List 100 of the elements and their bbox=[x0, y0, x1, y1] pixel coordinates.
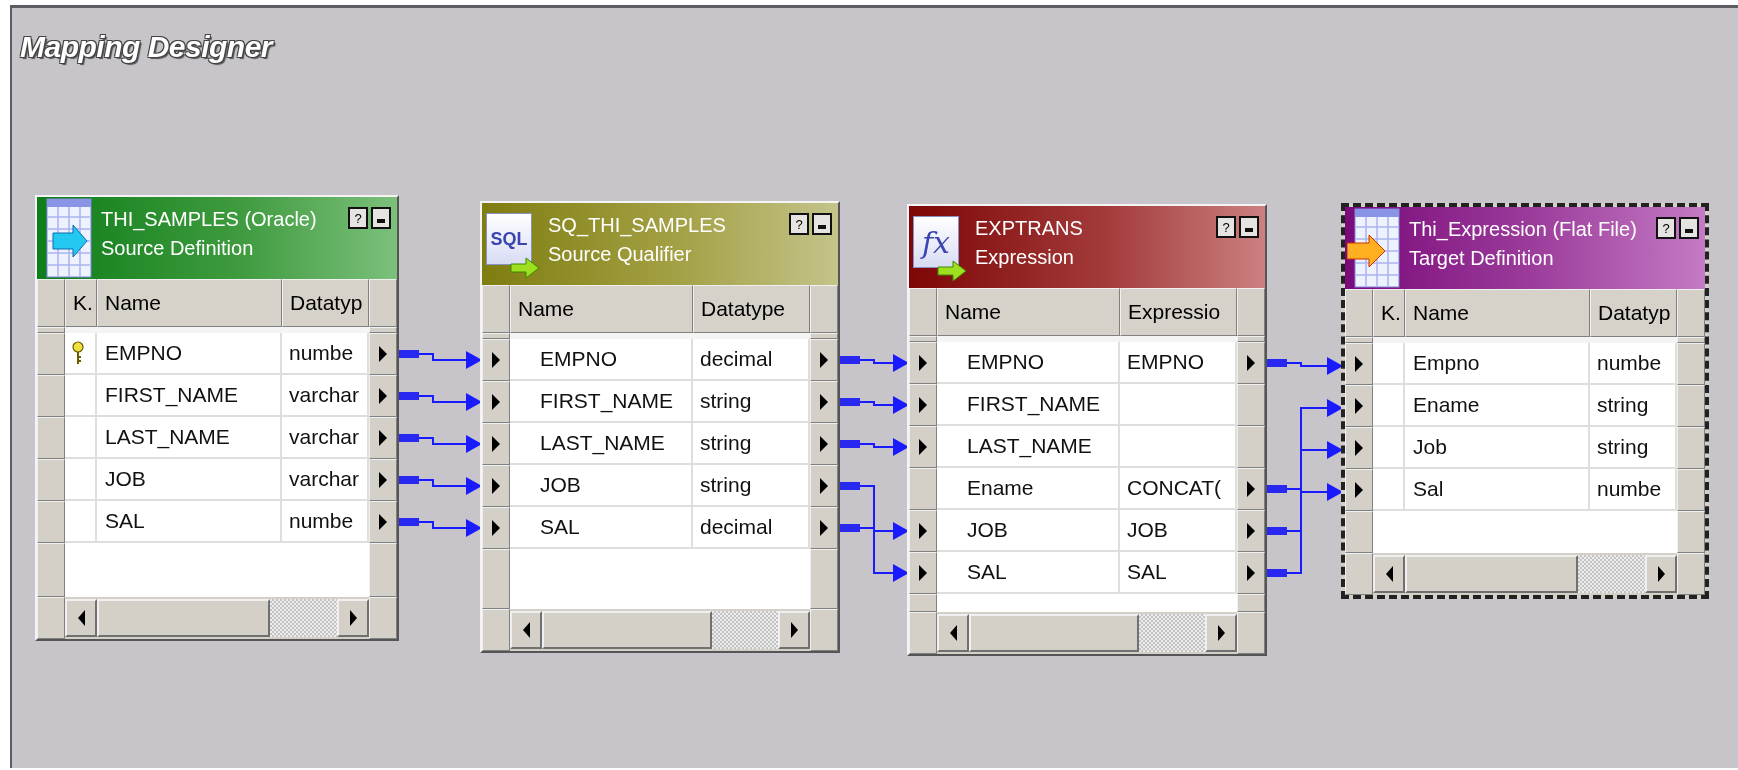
input-port-cell[interactable] bbox=[1345, 469, 1373, 511]
column-header[interactable]: Name bbox=[937, 288, 1120, 336]
help-button[interactable]: ? bbox=[1216, 216, 1236, 238]
scroll-left-button[interactable] bbox=[1373, 555, 1405, 593]
datatype-cell: numbe bbox=[282, 333, 369, 375]
output-port-cell[interactable] bbox=[810, 381, 838, 423]
input-port-cell[interactable] bbox=[482, 381, 510, 423]
row-header-cell bbox=[369, 543, 397, 597]
input-port-cell[interactable] bbox=[1345, 385, 1373, 427]
row-header-cell bbox=[1677, 511, 1705, 553]
output-port-cell[interactable] bbox=[1237, 552, 1265, 594]
field-name-cell: FIRST_NAME bbox=[937, 384, 1120, 426]
port-arrow-icon bbox=[1355, 440, 1363, 456]
port-arrow-icon bbox=[919, 355, 927, 371]
input-port-cell[interactable] bbox=[37, 333, 65, 375]
port-arrow-icon bbox=[379, 472, 387, 488]
column-header[interactable]: Name bbox=[510, 285, 693, 333]
input-port-cell[interactable] bbox=[909, 510, 937, 552]
output-port-cell[interactable] bbox=[1237, 468, 1265, 510]
output-port-cell[interactable] bbox=[369, 375, 397, 417]
panel-header[interactable]: SQL SQ_THI_SAMPLES Source Qualifier ? bbox=[482, 203, 838, 285]
port-arrow-icon bbox=[919, 565, 927, 581]
output-port-cell[interactable] bbox=[810, 507, 838, 549]
transformation-panel[interactable]: Thi_Expression (Flat File) Target Definition ? K. Name Datatyp Empno numbe Ename string Job string Sal numbe bbox=[1341, 203, 1709, 599]
output-port-cell[interactable] bbox=[369, 501, 397, 543]
column-header[interactable]: Name bbox=[97, 279, 282, 327]
input-port-cell[interactable] bbox=[37, 459, 65, 501]
transformation-panel[interactable]: SQL SQ_THI_SAMPLES Source Qualifier ? Name Datatype EMPNO decimal FIRST_NAME string LAST_NAME string JOB string SAL decimal bbox=[480, 201, 840, 653]
scroll-thumb[interactable] bbox=[542, 611, 712, 649]
input-port-cell[interactable] bbox=[482, 423, 510, 465]
input-port-cell[interactable] bbox=[482, 507, 510, 549]
input-port-cell[interactable] bbox=[909, 426, 937, 468]
column-header[interactable]: Datatype bbox=[693, 285, 810, 333]
datatype-cell: string bbox=[1590, 385, 1677, 427]
scroll-left-button[interactable] bbox=[510, 611, 542, 649]
field-name-cell: Ename bbox=[937, 468, 1120, 510]
output-port-cell[interactable] bbox=[1237, 342, 1265, 384]
column-header[interactable]: K. bbox=[65, 279, 97, 327]
output-port-cell[interactable] bbox=[1677, 343, 1705, 385]
datatype-cell: numbe bbox=[1590, 469, 1677, 511]
connector-arrow bbox=[840, 396, 909, 414]
output-port-cell[interactable] bbox=[1677, 469, 1705, 511]
input-port-cell[interactable] bbox=[1345, 427, 1373, 469]
output-port-cell[interactable] bbox=[810, 339, 838, 381]
minimize-button[interactable] bbox=[812, 213, 832, 235]
column-header[interactable]: Datatyp bbox=[1590, 289, 1677, 337]
scroll-thumb[interactable] bbox=[1405, 555, 1578, 593]
corner-cell bbox=[810, 285, 838, 333]
output-port-cell[interactable] bbox=[369, 459, 397, 501]
panel-subtitle: Source Definition bbox=[101, 236, 255, 261]
output-port-cell[interactable] bbox=[1237, 510, 1265, 552]
scroll-left-button[interactable] bbox=[65, 599, 97, 637]
corner-cell bbox=[482, 285, 510, 333]
panel-header[interactable]: THI_SAMPLES (Oracle) Source Definition ? bbox=[37, 197, 397, 279]
input-port-cell[interactable] bbox=[1345, 343, 1373, 385]
scroll-right-button[interactable] bbox=[1205, 614, 1237, 652]
input-port-cell[interactable] bbox=[37, 375, 65, 417]
scroll-right-button[interactable] bbox=[337, 599, 369, 637]
port-arrow-icon bbox=[1355, 356, 1363, 372]
scroll-thumb[interactable] bbox=[97, 599, 270, 637]
field-name-cell: Ename bbox=[1405, 385, 1590, 427]
input-port-cell[interactable] bbox=[909, 468, 937, 510]
column-header[interactable]: K. bbox=[1373, 289, 1405, 337]
output-port-cell[interactable] bbox=[1237, 384, 1265, 426]
column-header[interactable]: Datatyp bbox=[282, 279, 369, 327]
transformation-panel[interactable]: THI_SAMPLES (Oracle) Source Definition ? K. Name Datatyp EMPNO numbe FIRST_NAME varchar LAST_NAME varchar JOB varchar SAL numbe bbox=[35, 195, 399, 641]
help-button[interactable]: ? bbox=[789, 213, 809, 235]
scroll-right-button[interactable] bbox=[778, 611, 810, 649]
port-arrow-icon bbox=[820, 436, 828, 452]
column-header[interactable]: Expressio bbox=[1120, 288, 1237, 336]
input-port-cell[interactable] bbox=[482, 339, 510, 381]
panel-header[interactable]: Thi_Expression (Flat File) Target Definition ? bbox=[1345, 207, 1705, 289]
scroll-thumb[interactable] bbox=[969, 614, 1139, 652]
output-port-cell[interactable] bbox=[369, 417, 397, 459]
input-port-cell[interactable] bbox=[909, 552, 937, 594]
key-icon bbox=[72, 341, 84, 365]
input-port-cell[interactable] bbox=[37, 417, 65, 459]
column-header[interactable]: Name bbox=[1405, 289, 1590, 337]
output-port-cell[interactable] bbox=[369, 333, 397, 375]
corner-cell bbox=[1237, 288, 1265, 336]
minimize-button[interactable] bbox=[371, 207, 391, 229]
input-port-cell[interactable] bbox=[37, 501, 65, 543]
minimize-button[interactable] bbox=[1679, 217, 1699, 239]
help-button[interactable]: ? bbox=[1656, 217, 1676, 239]
scroll-left-button[interactable] bbox=[937, 614, 969, 652]
minimize-button[interactable] bbox=[1239, 216, 1259, 238]
input-port-cell[interactable] bbox=[482, 465, 510, 507]
scroll-right-button[interactable] bbox=[1645, 555, 1677, 593]
output-port-cell[interactable] bbox=[1677, 427, 1705, 469]
output-port-cell[interactable] bbox=[1237, 426, 1265, 468]
output-port-cell[interactable] bbox=[810, 423, 838, 465]
output-port-cell[interactable] bbox=[810, 465, 838, 507]
panel-header[interactable]: fx EXPTRANS Expression ? bbox=[909, 206, 1265, 288]
help-button[interactable]: ? bbox=[348, 207, 368, 229]
input-port-cell[interactable] bbox=[909, 384, 937, 426]
connector-arrow bbox=[840, 438, 909, 456]
input-port-cell[interactable] bbox=[909, 342, 937, 384]
output-port-cell[interactable] bbox=[1677, 385, 1705, 427]
panel-subtitle: Target Definition bbox=[1409, 246, 1555, 271]
transformation-panel[interactable]: fx EXPTRANS Expression ? Name Expressio EMPNO EMPNO FIRST_NAME LAST_NAME Ename CONCAT( JOB JOB SAL SAL bbox=[907, 204, 1267, 656]
